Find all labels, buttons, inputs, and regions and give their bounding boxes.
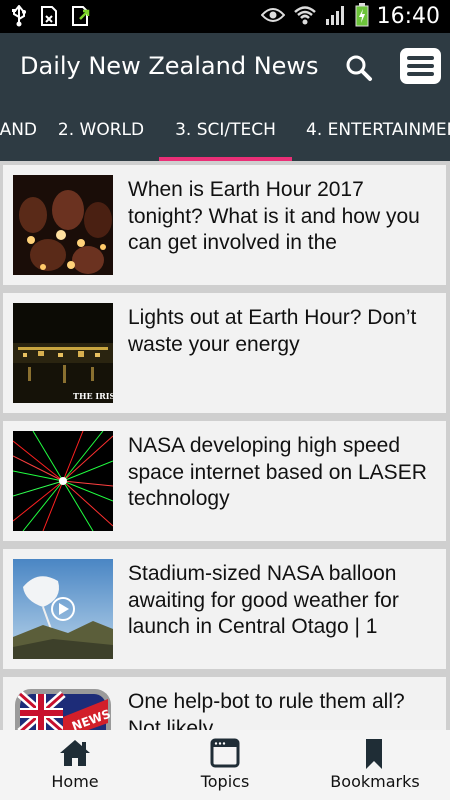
nav-bookmarks-label: Bookmarks xyxy=(330,772,420,791)
no-sim-icon xyxy=(40,5,58,31)
tab-world[interactable]: 2. WORLD xyxy=(47,103,155,161)
signal-icon xyxy=(325,4,347,30)
nav-topics-label: Topics xyxy=(200,772,250,791)
app-title: Daily New Zealand News xyxy=(20,52,319,80)
balloon-video-photo xyxy=(13,559,113,659)
tab-entertainment[interactable]: 4. ENTERTAINMENT xyxy=(306,103,450,161)
category-tabs: 1. NEW ZEALAND 2. WORLD 3. SCI/TECH 4. E… xyxy=(0,103,450,161)
article-card[interactable]: THE IRIS Lights out at Earth Hour? Don’t… xyxy=(3,293,446,413)
article-title: NASA developing high speed space interne… xyxy=(128,434,427,510)
bottom-navigation: Home Topics Bookmarks xyxy=(0,730,450,800)
article-title: Lights out at Earth Hour? Don’t waste yo… xyxy=(128,306,417,356)
app-bar: Daily New Zealand News xyxy=(0,33,450,103)
laser-photo xyxy=(13,431,113,531)
article-card[interactable]: When is Earth Hour 2017 tonight? What is… xyxy=(3,165,446,285)
article-card[interactable]: NASA developing high speed space interne… xyxy=(3,421,446,541)
nav-topics[interactable]: Topics xyxy=(175,730,275,800)
candles-photo xyxy=(13,175,113,275)
nav-home[interactable]: Home xyxy=(25,730,125,800)
nz-flag-news-logo: NEWS xyxy=(13,687,113,730)
tab-sci-tech[interactable]: 3. SCI/TECH xyxy=(159,103,292,161)
nav-home-label: Home xyxy=(51,772,99,791)
search-icon xyxy=(346,55,372,81)
clock: 16:40 xyxy=(376,4,440,29)
home-icon xyxy=(60,740,90,766)
eye-icon xyxy=(260,7,285,27)
article-list: When is Earth Hour 2017 tonight? What is… xyxy=(0,161,450,730)
bookmark-icon xyxy=(366,739,382,769)
topics-icon xyxy=(210,738,240,768)
download-icon xyxy=(70,5,92,31)
nav-bookmarks[interactable]: Bookmarks xyxy=(320,730,430,800)
tab-new-zealand[interactable]: 1. NEW ZEALAND xyxy=(0,103,37,161)
wifi-icon xyxy=(293,3,317,31)
usb-icon xyxy=(10,4,28,31)
article-card[interactable]: NEWS One help-bot to rule them all? Not … xyxy=(3,677,446,730)
status-bar: 16:40 xyxy=(0,0,450,33)
search-button[interactable] xyxy=(343,52,375,84)
battery-charging-icon xyxy=(355,3,369,31)
article-card[interactable]: Stadium-sized NASA balloon awaiting for … xyxy=(3,549,446,669)
article-title: When is Earth Hour 2017 tonight? What is… xyxy=(128,178,420,254)
article-title: Stadium-sized NASA balloon awaiting for … xyxy=(128,562,399,638)
night-city-photo: THE IRIS xyxy=(13,303,113,403)
thumb-caption: THE IRIS xyxy=(73,391,113,401)
article-title: One help-bot to rule them all? Not likel… xyxy=(128,690,405,730)
menu-icon xyxy=(407,56,434,60)
menu-button[interactable] xyxy=(400,48,441,84)
